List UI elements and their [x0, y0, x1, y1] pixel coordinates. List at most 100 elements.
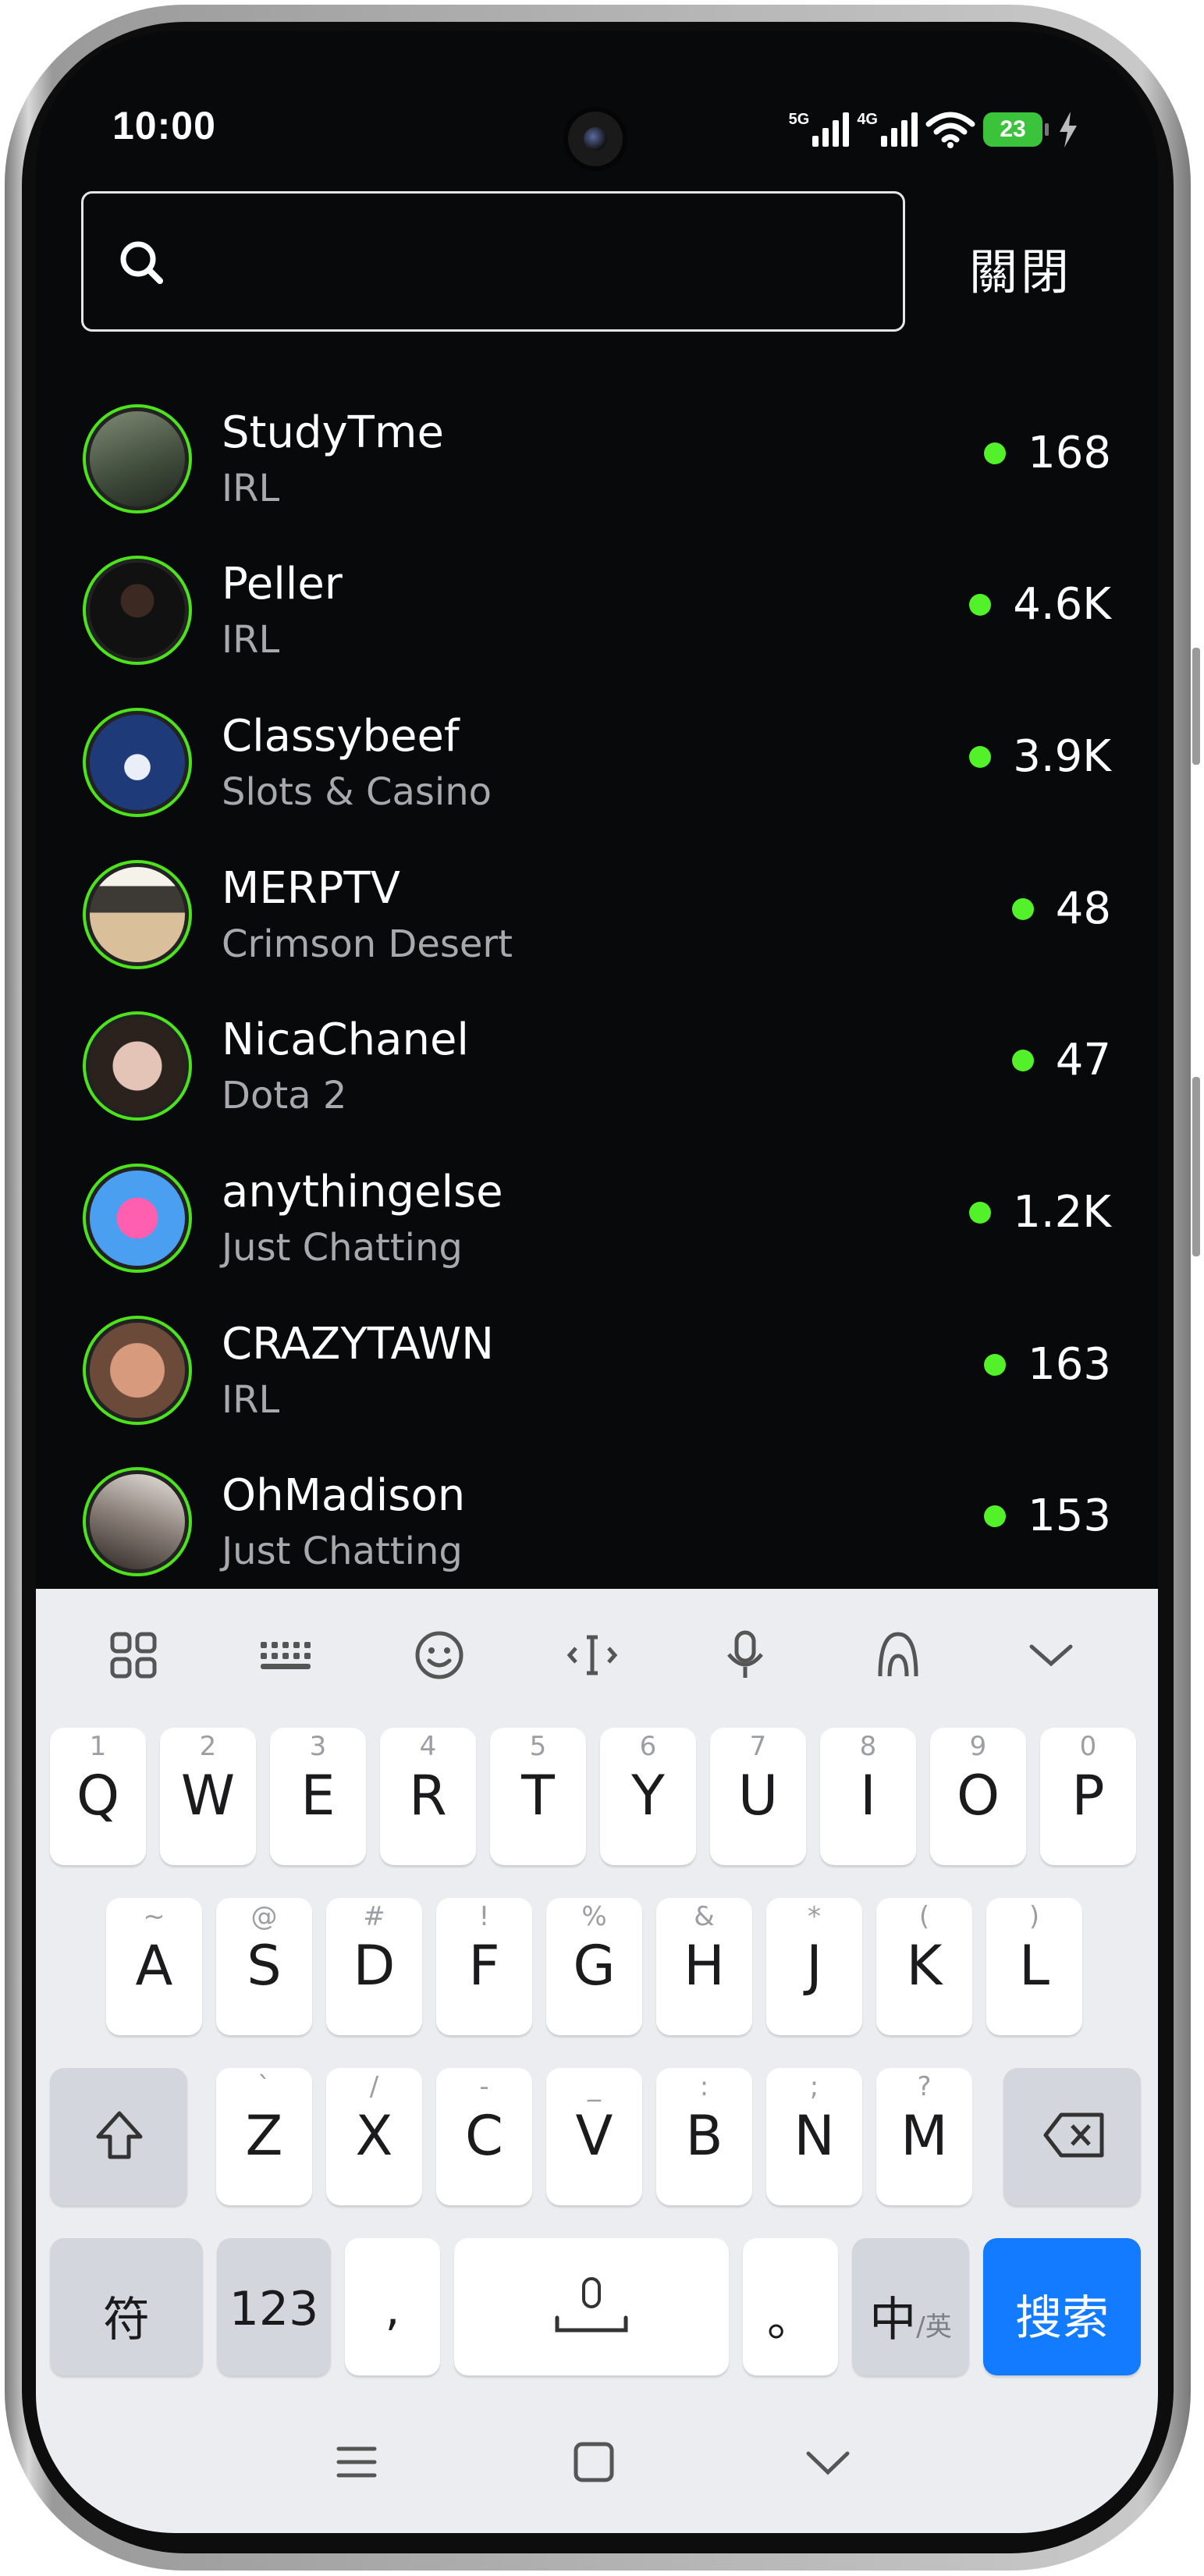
close-button[interactable]: 關閉 — [969, 233, 1072, 303]
search-key[interactable]: 搜索 — [983, 2238, 1141, 2375]
status-icons: 5G 4G 23 — [789, 106, 1080, 153]
channel-category: Just Chatting — [222, 1530, 463, 1573]
channel-category: Dota 2 — [222, 1074, 347, 1117]
viewer-count: 4.6K — [969, 579, 1111, 630]
key-s[interactable]: @ S — [216, 1898, 312, 2035]
channel-name: anythingelse — [222, 1167, 503, 1217]
key-n[interactable]: ; N — [766, 2068, 862, 2205]
key-m[interactable]: ? M — [876, 2068, 972, 2205]
key-u[interactable]: 7U — [710, 1728, 806, 1865]
keyboard-toolbar — [36, 1604, 1158, 1698]
live-dot-icon — [984, 1505, 1007, 1527]
channel-name: NicaChanel — [222, 1014, 469, 1065]
key-y[interactable]: 6Y — [600, 1728, 696, 1865]
language-main-label: 中 — [869, 2293, 917, 2347]
viewer-count: 153 — [984, 1491, 1111, 1541]
viewer-count-value: 1.2K — [1013, 1187, 1111, 1238]
key-t[interactable]: 5T — [490, 1728, 586, 1865]
microphone-icon[interactable] — [718, 1628, 772, 1682]
channel-name: Peller — [222, 559, 343, 609]
live-dot-icon — [969, 1201, 992, 1224]
key-d[interactable]: # D — [326, 1898, 422, 2035]
channel-row[interactable]: Peller IRL 4.6K — [36, 524, 1158, 673]
key-z[interactable]: ` Z — [216, 2068, 312, 2205]
viewer-count: 168 — [984, 428, 1111, 478]
voice-space-icon — [555, 2277, 628, 2333]
signal-5g-icon — [812, 112, 850, 147]
key-c[interactable]: -C — [436, 2068, 532, 2205]
channel-name: StudyTme — [222, 407, 444, 458]
volume-button — [1192, 648, 1200, 765]
power-button — [1192, 1077, 1200, 1256]
shift-icon — [96, 2111, 143, 2159]
channel-category: IRL — [222, 618, 280, 662]
chevron-down-icon[interactable] — [1024, 1628, 1078, 1682]
avatar — [83, 1467, 192, 1576]
key-q[interactable]: 1Q — [50, 1728, 146, 1865]
back-chevron-icon[interactable] — [801, 2435, 855, 2489]
handwriting-icon[interactable] — [871, 1628, 925, 1682]
cursor-move-icon[interactable] — [565, 1628, 620, 1682]
home-icon[interactable] — [566, 2435, 621, 2489]
apps-grid-icon[interactable] — [106, 1628, 161, 1682]
phone-frame: 10:00 5G 4G 23 關閉 StudyTme IRL 168 Pelle… — [0, 0, 1204, 2576]
key-r[interactable]: 4R — [380, 1728, 476, 1865]
shift-key[interactable] — [50, 2068, 187, 2205]
numbers-key[interactable]: 123 — [217, 2238, 331, 2375]
channel-row[interactable]: OhMadison Just Chatting 153 — [36, 1436, 1158, 1584]
search-input[interactable] — [81, 191, 905, 332]
key-p[interactable]: 0P — [1040, 1728, 1136, 1865]
key-b[interactable]: :B — [656, 2068, 752, 2205]
live-dot-icon — [1011, 1049, 1034, 1071]
period-key[interactable]: 。 — [743, 2238, 838, 2375]
channel-row[interactable]: MERPTV Crimson Desert 48 — [36, 829, 1158, 977]
language-sub-label: /英 — [916, 2311, 952, 2343]
key-h[interactable]: & H — [656, 1898, 752, 2035]
key-w[interactable]: 2W — [160, 1728, 256, 1865]
charging-icon — [1060, 112, 1077, 147]
viewer-count: 47 — [1011, 1035, 1111, 1085]
space-key[interactable] — [454, 2238, 729, 2375]
key-j[interactable]: * J — [766, 1898, 862, 2035]
backspace-icon — [1043, 2112, 1104, 2158]
channel-name: CRAZYTAWN — [222, 1319, 494, 1370]
menu-icon[interactable] — [329, 2435, 384, 2489]
key-v[interactable]: _ V — [546, 2068, 642, 2205]
key-f[interactable]: ! F — [436, 1898, 532, 2035]
viewer-count-value: 153 — [1028, 1491, 1111, 1541]
channel-category: Crimson Desert — [222, 922, 513, 966]
channel-row[interactable]: NicaChanel Dota 2 47 — [36, 980, 1158, 1128]
channel-row[interactable]: anythingelse Just Chatting 1.2K — [36, 1132, 1158, 1281]
channel-name: Classybeef — [222, 711, 460, 762]
live-dot-icon — [969, 745, 992, 768]
key-g[interactable]: % G — [546, 1898, 642, 2035]
channel-row[interactable]: Classybeef Slots & Casino 3.9K — [36, 677, 1158, 825]
viewer-count-value: 168 — [1028, 428, 1111, 478]
keyboard: 1Q 2W 3E 4R 5T 6Y 7U 8I 9O 0P ~ A @ S # D !… — [36, 1589, 1158, 2533]
channel-name: MERPTV — [222, 863, 400, 914]
backspace-key[interactable] — [1003, 2068, 1141, 2205]
key-a[interactable]: ~ A — [106, 1898, 202, 2035]
key-e[interactable]: 3E — [270, 1728, 366, 1865]
language-switch-key[interactable]: 中/英 — [852, 2238, 969, 2375]
key-o[interactable]: 9O — [930, 1728, 1026, 1865]
key-l[interactable]: ) L — [986, 1898, 1082, 2035]
viewer-count-value: 47 — [1055, 1035, 1111, 1085]
channel-row[interactable]: CRAZYTAWN IRL 163 — [36, 1284, 1158, 1433]
keyboard-layout-icon[interactable] — [259, 1628, 314, 1682]
channel-category: Slots & Casino — [222, 770, 492, 814]
channel-row[interactable]: StudyTme IRL 168 — [36, 373, 1158, 521]
live-dot-icon — [984, 1353, 1007, 1376]
network-4g-label: 4G — [857, 110, 878, 128]
signal-4g-icon — [881, 112, 918, 147]
key-x[interactable]: / X — [326, 2068, 422, 2205]
viewer-count-value: 163 — [1028, 1339, 1111, 1390]
symbols-key[interactable]: 符 — [50, 2238, 203, 2375]
avatar — [83, 708, 192, 817]
comma-key[interactable]: , — [345, 2238, 440, 2375]
key-i[interactable]: 8I — [820, 1728, 916, 1865]
avatar — [83, 860, 192, 969]
key-k[interactable]: (K — [876, 1898, 972, 2035]
emoji-icon[interactable] — [412, 1628, 467, 1682]
viewer-count: 163 — [984, 1339, 1111, 1390]
